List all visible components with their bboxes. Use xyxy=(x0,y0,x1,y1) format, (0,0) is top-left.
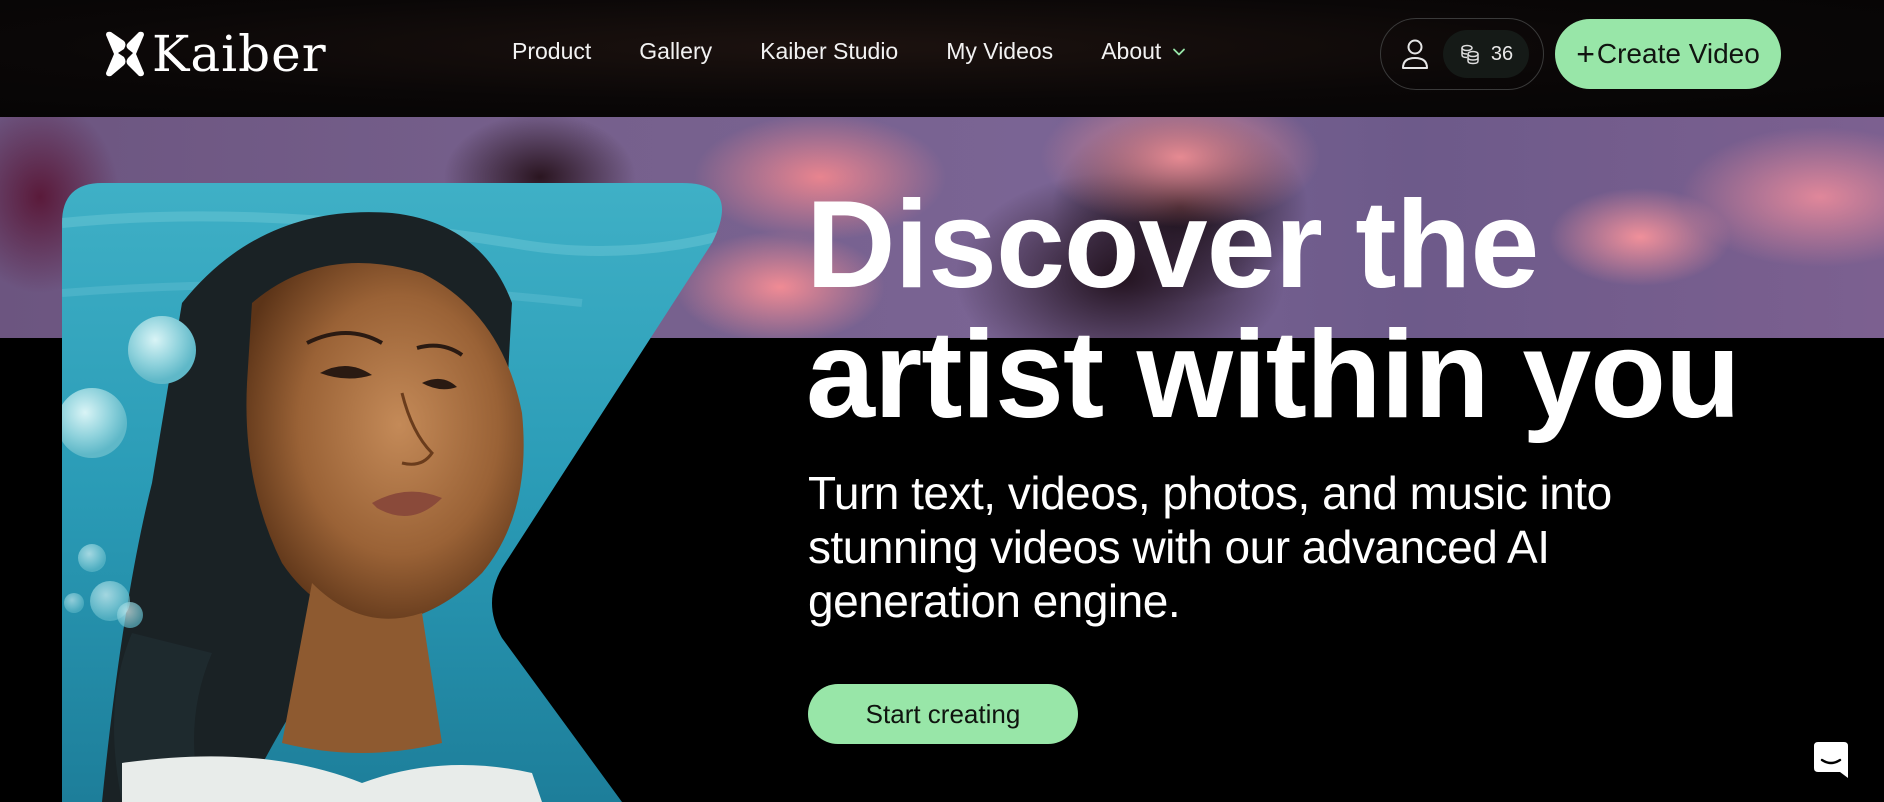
hero-subtitle-line-3: generation engine. xyxy=(808,575,1181,627)
chevron-down-icon xyxy=(1173,48,1186,55)
site-header: Kaiber Product Gallery Kaiber Studio My … xyxy=(0,0,1884,117)
credits-badge[interactable]: 36 xyxy=(1443,30,1529,78)
plus-icon: + xyxy=(1576,36,1595,72)
hero-title-line-2: artist within you xyxy=(806,306,1741,444)
hero-portrait-image xyxy=(62,183,732,802)
start-creating-button[interactable]: Start creating xyxy=(808,684,1078,744)
hero-title: Discover the artist within you xyxy=(806,176,1741,444)
nav-item-gallery[interactable]: Gallery xyxy=(639,38,712,65)
logo-wordmark: Kaiber xyxy=(152,25,327,83)
hero-subtitle: Turn text, videos, photos, and music int… xyxy=(808,466,1708,628)
chat-bubble-icon xyxy=(1814,742,1848,778)
account-menu: 36 xyxy=(1380,18,1544,90)
main-nav: Product Gallery Kaiber Studio My Videos … xyxy=(512,38,1187,65)
nav-item-about-label: About xyxy=(1101,38,1162,64)
nav-item-about[interactable]: About xyxy=(1101,38,1187,65)
nav-item-kaiber-studio[interactable]: Kaiber Studio xyxy=(760,38,898,65)
hero-subtitle-line-2: stunning videos with our advanced AI xyxy=(808,521,1550,573)
credits-count: 36 xyxy=(1490,42,1514,65)
nav-item-my-videos[interactable]: My Videos xyxy=(946,38,1053,65)
create-video-label: Create Video xyxy=(1596,38,1760,69)
nav-item-product[interactable]: Product xyxy=(512,38,591,65)
hero-title-line-1: Discover the xyxy=(806,176,1539,314)
create-video-button[interactable]: + Create Video xyxy=(1555,19,1781,89)
kaiber-logo-icon xyxy=(106,31,144,77)
chat-launcher-button[interactable] xyxy=(1812,738,1850,780)
coins-icon xyxy=(1461,44,1479,65)
kaiber-logo[interactable]: Kaiber xyxy=(104,28,327,80)
hero-subtitle-line-1: Turn text, videos, photos, and music int… xyxy=(808,467,1612,519)
user-icon[interactable] xyxy=(1399,37,1431,71)
